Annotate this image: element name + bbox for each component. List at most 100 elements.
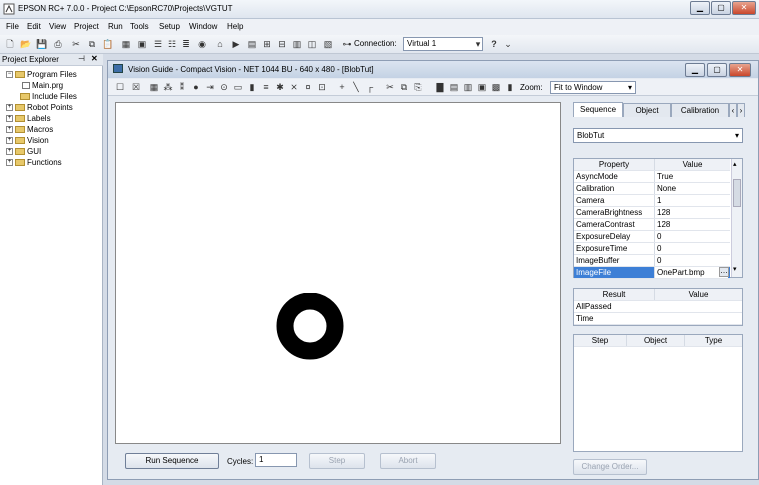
comment-icon[interactable]: ≣ [180, 38, 192, 50]
arcfinder-icon[interactable]: ≡ [260, 81, 272, 93]
scroll-thumb[interactable] [733, 179, 741, 207]
property-row[interactable]: ExposureTime 0 [574, 243, 730, 255]
polar-icon[interactable]: ⊙ [218, 81, 230, 93]
scroll-down-icon[interactable]: ▾ [733, 265, 737, 273]
tree-item-gui[interactable]: + GUI [6, 147, 41, 156]
tree-item-main-prg[interactable]: Main.prg [22, 81, 63, 90]
menu-project[interactable]: Project [74, 22, 99, 31]
menu-window[interactable]: Window [189, 22, 217, 31]
linefinder-icon[interactable]: ▮ [246, 81, 258, 93]
property-value[interactable]: 0 [654, 255, 728, 266]
geometric-icon[interactable]: ⁂ [162, 81, 174, 93]
imageop-icon[interactable]: ▦ [148, 81, 160, 93]
force-icon[interactable]: ◫ [306, 38, 318, 50]
paste-object-icon[interactable]: ⎘ [412, 81, 424, 93]
collapse-icon[interactable]: − [6, 71, 13, 79]
coordinates-icon[interactable]: ┌ [364, 81, 376, 93]
property-row[interactable]: CameraContrast 128 [574, 219, 730, 231]
tree-item-vision[interactable]: + Vision [6, 136, 49, 145]
close-explorer-icon[interactable]: ✕ [91, 54, 98, 63]
property-row[interactable]: ExposureDelay 0 [574, 231, 730, 243]
tree-item-functions[interactable]: + Functions [6, 158, 62, 167]
menu-setup[interactable]: Setup [159, 22, 180, 31]
paste-icon[interactable]: 📋 [102, 38, 114, 50]
io-monitor-icon[interactable]: ◉ [196, 38, 208, 50]
blob-icon[interactable]: ● [190, 81, 202, 93]
expand-icon[interactable]: + [6, 104, 13, 112]
property-value[interactable]: 0 [654, 243, 728, 254]
expand-icon[interactable]: + [6, 115, 13, 123]
vision-minimize-button[interactable]: ▁ [685, 63, 705, 77]
property-value[interactable]: OnePart.bmp [654, 267, 728, 278]
toolbar-overflow-icon[interactable]: ⌄ [502, 38, 514, 50]
help-icon[interactable]: ? [488, 38, 500, 50]
image-display[interactable] [115, 102, 561, 444]
indent-icon[interactable]: ☰ [152, 38, 164, 50]
build-icon[interactable]: ▦ [120, 38, 132, 50]
cycles-input[interactable]: 1 [255, 453, 297, 467]
tree-item-program-files[interactable]: − Program Files [6, 70, 77, 79]
property-scrollbar[interactable]: ▴ ▾ [731, 159, 742, 277]
run-object-icon[interactable]: ▣ [476, 81, 488, 93]
run-window-icon[interactable]: ▶ [230, 38, 242, 50]
histogram-icon[interactable]: ▇ [434, 81, 446, 93]
property-value[interactable]: 128 [654, 207, 728, 218]
property-value[interactable]: True [654, 171, 728, 182]
tab-calibration[interactable]: Calibration [671, 103, 729, 117]
tree-item-include-files[interactable]: Include Files [20, 92, 77, 101]
tab-object[interactable]: Object [623, 103, 671, 117]
task-manager-icon[interactable]: ⊟ [276, 38, 288, 50]
connection-dropdown-icon[interactable]: ▾ [472, 38, 484, 50]
copy-object-icon[interactable]: ⧉ [398, 81, 410, 93]
colormatch-icon[interactable]: ⊡ [316, 81, 328, 93]
connection-select[interactable]: Virtual 1 [403, 37, 483, 51]
close-button[interactable]: ✕ [732, 1, 756, 15]
run-sequence-icon[interactable]: ▩ [490, 81, 502, 93]
new-file-icon[interactable]: 🗋 [4, 38, 16, 50]
tree-item-robot-points[interactable]: + Robot Points [6, 103, 73, 112]
property-value[interactable]: 0 [654, 231, 728, 242]
open-icon[interactable]: 📂 [20, 38, 32, 50]
sequence-select[interactable]: BlobTut ▾ [573, 128, 743, 143]
frame-icon[interactable]: ▭ [232, 81, 244, 93]
copy-icon[interactable]: ⧉ [86, 38, 98, 50]
step-list[interactable]: Step Object Type [573, 334, 743, 452]
edge-icon[interactable]: ⇥ [204, 81, 216, 93]
outdent-icon[interactable]: ☷ [166, 38, 178, 50]
tree-item-labels[interactable]: + Labels [6, 114, 51, 123]
expand-icon[interactable]: + [6, 159, 13, 167]
expand-icon[interactable]: + [6, 148, 13, 156]
abort-button[interactable]: Abort [380, 453, 436, 469]
jog-icon[interactable]: ⌂ [214, 38, 226, 50]
property-value[interactable]: 128 [654, 219, 728, 230]
property-row-selected[interactable]: ImageFile OnePart.bmp… [574, 267, 730, 279]
cut-object-icon[interactable]: ✂ [384, 81, 396, 93]
tab-scroll-left-icon[interactable]: ‹ [729, 103, 737, 117]
property-row[interactable]: Camera 1 [574, 195, 730, 207]
expand-icon[interactable]: + [6, 126, 13, 134]
vision-close-button[interactable]: ✕ [729, 63, 751, 77]
cut-icon[interactable]: ✂ [70, 38, 82, 50]
pin-icon[interactable]: ⊣ [78, 54, 85, 63]
point-icon[interactable]: + [336, 81, 348, 93]
codereader-icon[interactable]: ⨯ [288, 81, 300, 93]
property-row[interactable]: AsyncMode True [574, 171, 730, 183]
property-value[interactable]: 1 [654, 195, 728, 206]
vision-icon[interactable]: ▤ [246, 38, 258, 50]
property-value[interactable]: None [654, 183, 728, 194]
scroll-up-icon[interactable]: ▴ [733, 160, 737, 168]
run-sequence-button[interactable]: Run Sequence [125, 453, 219, 469]
menu-run[interactable]: Run [108, 22, 123, 31]
property-row[interactable]: Calibration None [574, 183, 730, 195]
print-icon[interactable]: ⎙ [52, 38, 64, 50]
teach-icon[interactable]: ▥ [462, 81, 474, 93]
menu-view[interactable]: View [49, 22, 66, 31]
ocr-icon[interactable]: ¤ [302, 81, 314, 93]
tab-sequence[interactable]: Sequence [573, 102, 623, 117]
vision-restore-button[interactable]: ▢ [707, 63, 727, 77]
gui-builder-icon[interactable]: ⊞ [261, 38, 273, 50]
expand-icon[interactable]: + [6, 137, 13, 145]
property-row[interactable]: ImageBuffer 0 [574, 255, 730, 267]
menu-edit[interactable]: Edit [27, 22, 41, 31]
new-sequence-icon[interactable]: ☐ [114, 81, 126, 93]
